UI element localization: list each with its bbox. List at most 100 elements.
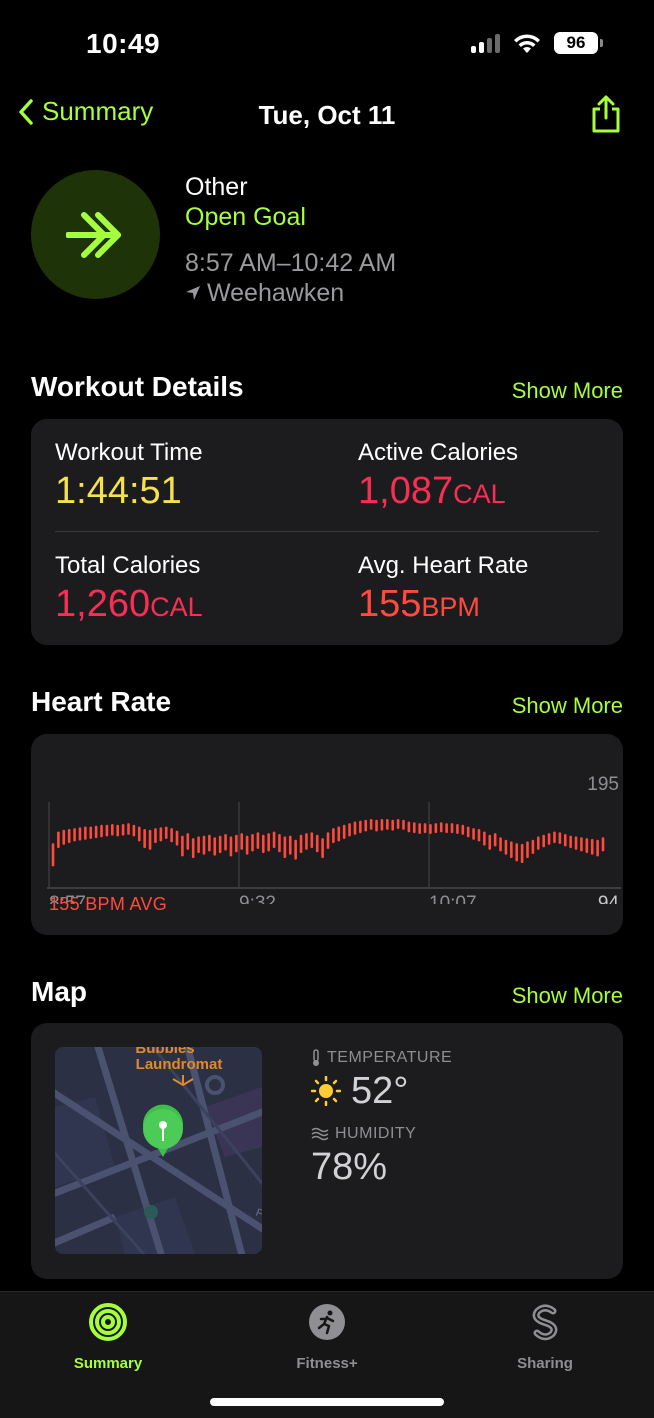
heart-rate-bar xyxy=(245,835,249,855)
heart-rate-chart: 8:57 9:32 10:0719594 xyxy=(47,774,621,904)
heart-rate-bar xyxy=(380,818,384,831)
battery-indicator: 96 xyxy=(554,32,603,54)
tab-summary[interactable]: Summary xyxy=(28,1302,188,1372)
wifi-icon xyxy=(514,34,540,53)
tab-sharing[interactable]: Sharing xyxy=(465,1302,625,1372)
heart-rate-bar xyxy=(159,827,163,842)
heart-rate-show-more[interactable]: Show More xyxy=(512,693,623,719)
heart-rate-bar xyxy=(224,833,227,851)
heart-rate-bar xyxy=(601,837,605,852)
heart-rate-title: Heart Rate xyxy=(31,686,172,717)
heart-rate-bar xyxy=(402,819,405,830)
map-poi-name-line2: Laundromat xyxy=(136,1056,223,1073)
heart-rate-bar xyxy=(472,828,475,840)
map-card[interactable]: FU Bubbles Laundromat TEMPERATURE 52° HU… xyxy=(31,1023,623,1279)
temperature-label: TEMPERATURE xyxy=(327,1049,453,1066)
thermometer-icon xyxy=(313,1049,319,1066)
heart-rate-bar xyxy=(305,833,308,850)
heart-rate-bar xyxy=(461,824,465,835)
heart-rate-bar xyxy=(84,826,87,840)
tab-fitness-plus[interactable]: Fitness+ xyxy=(247,1302,407,1372)
workout-location: Weehawken xyxy=(185,278,396,308)
heart-rate-bar xyxy=(434,823,438,834)
heart-rate-bar xyxy=(553,831,556,844)
heart-rate-bar xyxy=(590,838,594,855)
status-icons: 96 xyxy=(471,32,603,54)
heart-rate-bar xyxy=(105,824,109,837)
cellular-signal-icon xyxy=(471,33,500,53)
tab-sharing-label: Sharing xyxy=(517,1355,573,1372)
heart-rate-bar xyxy=(466,826,470,838)
activity-rings-icon xyxy=(89,1303,127,1341)
heart-rate-bar xyxy=(542,834,545,848)
heart-rate-bar xyxy=(213,837,217,856)
heart-rate-bar xyxy=(208,834,211,852)
heart-rate-bar xyxy=(569,835,572,849)
running-figure-icon xyxy=(309,1304,345,1340)
heart-rate-bar xyxy=(369,818,373,830)
heart-rate-bar xyxy=(386,818,389,830)
heart-rate-bar xyxy=(364,819,368,832)
heart-rate-bar xyxy=(536,836,540,850)
heart-rate-bar xyxy=(315,834,319,853)
heart-rate-bar xyxy=(510,841,513,859)
humidity-icon xyxy=(311,1127,329,1141)
share-button[interactable] xyxy=(590,94,622,139)
heart-rate-bar xyxy=(251,833,254,852)
heart-rate-bar xyxy=(272,831,276,849)
heart-rate-bar xyxy=(337,826,341,842)
heart-rate-bar xyxy=(477,828,481,842)
workout-detail-screen: 10:49 96 Summary Tue, Oct 11 Other Open … xyxy=(0,0,654,1418)
heart-rate-bar xyxy=(439,822,443,833)
heart-rate-bar xyxy=(580,837,583,852)
workout-details-show-more[interactable]: Show More xyxy=(512,378,623,404)
heart-rate-bar xyxy=(396,818,400,829)
humidity-label: HUMIDITY xyxy=(335,1125,417,1142)
heart-rate-bar xyxy=(353,821,357,835)
heart-rate-bar xyxy=(235,834,238,853)
heart-rate-bar xyxy=(191,838,195,859)
heart-rate-bar xyxy=(558,832,562,844)
workout-details-card[interactable]: Workout Time 1:44:51 Active Calories 1,0… xyxy=(31,419,623,645)
heart-rate-bar xyxy=(288,835,292,855)
heart-rate-bar xyxy=(229,836,233,857)
heart-rate-bar xyxy=(483,831,486,846)
heart-rate-bar xyxy=(62,829,66,845)
route-map[interactable]: FU Bubbles Laundromat xyxy=(55,1047,262,1254)
heart-rate-bar xyxy=(197,836,200,854)
heart-rate-bar xyxy=(520,843,524,864)
map-show-more[interactable]: Show More xyxy=(512,983,623,1009)
active-calories-unit: CAL xyxy=(453,479,506,509)
total-calories-stat: Total Calories 1,260CAL xyxy=(55,552,203,629)
avg-heart-rate-unit: BPM xyxy=(421,592,480,622)
total-calories-unit: CAL xyxy=(150,592,203,622)
heart-rate-bar xyxy=(67,828,71,844)
heart-rate-bar xyxy=(326,832,330,849)
location-arrow-icon xyxy=(186,286,200,300)
heart-rate-bar xyxy=(585,838,589,854)
map-streets: FU Bubbles Laundromat xyxy=(55,1047,262,1254)
heart-rate-bar xyxy=(429,823,432,834)
y-tick-label-max: 195 xyxy=(587,774,619,795)
tab-fitness-plus-label: Fitness+ xyxy=(296,1355,358,1372)
tab-summary-label: Summary xyxy=(73,1355,143,1372)
heart-rate-bar xyxy=(445,823,448,834)
heart-rate-bar xyxy=(94,825,98,839)
heart-rate-bar xyxy=(423,823,427,834)
heart-rate-bar xyxy=(202,835,206,855)
heart-rate-bar xyxy=(278,833,281,853)
workout-goal: Open Goal xyxy=(185,203,306,231)
temperature-row: 52° xyxy=(311,1067,452,1115)
heart-rate-bar xyxy=(181,835,184,857)
heart-rate-bar xyxy=(574,836,578,850)
heart-rate-card[interactable]: 8:57 9:32 10:07 195 94 155 BPM AVG xyxy=(31,734,623,935)
x-tick-label: 9:32 xyxy=(239,893,276,904)
workout-time-label: Workout Time xyxy=(55,439,203,466)
active-calories-label: Active Calories xyxy=(358,439,519,466)
heart-rate-bar xyxy=(164,826,168,839)
heart-rate-bar xyxy=(526,841,529,859)
heart-rate-bar xyxy=(116,824,120,837)
heart-rate-bar xyxy=(294,839,297,860)
heart-rate-bar xyxy=(51,843,55,867)
heart-rate-bar xyxy=(332,828,335,844)
